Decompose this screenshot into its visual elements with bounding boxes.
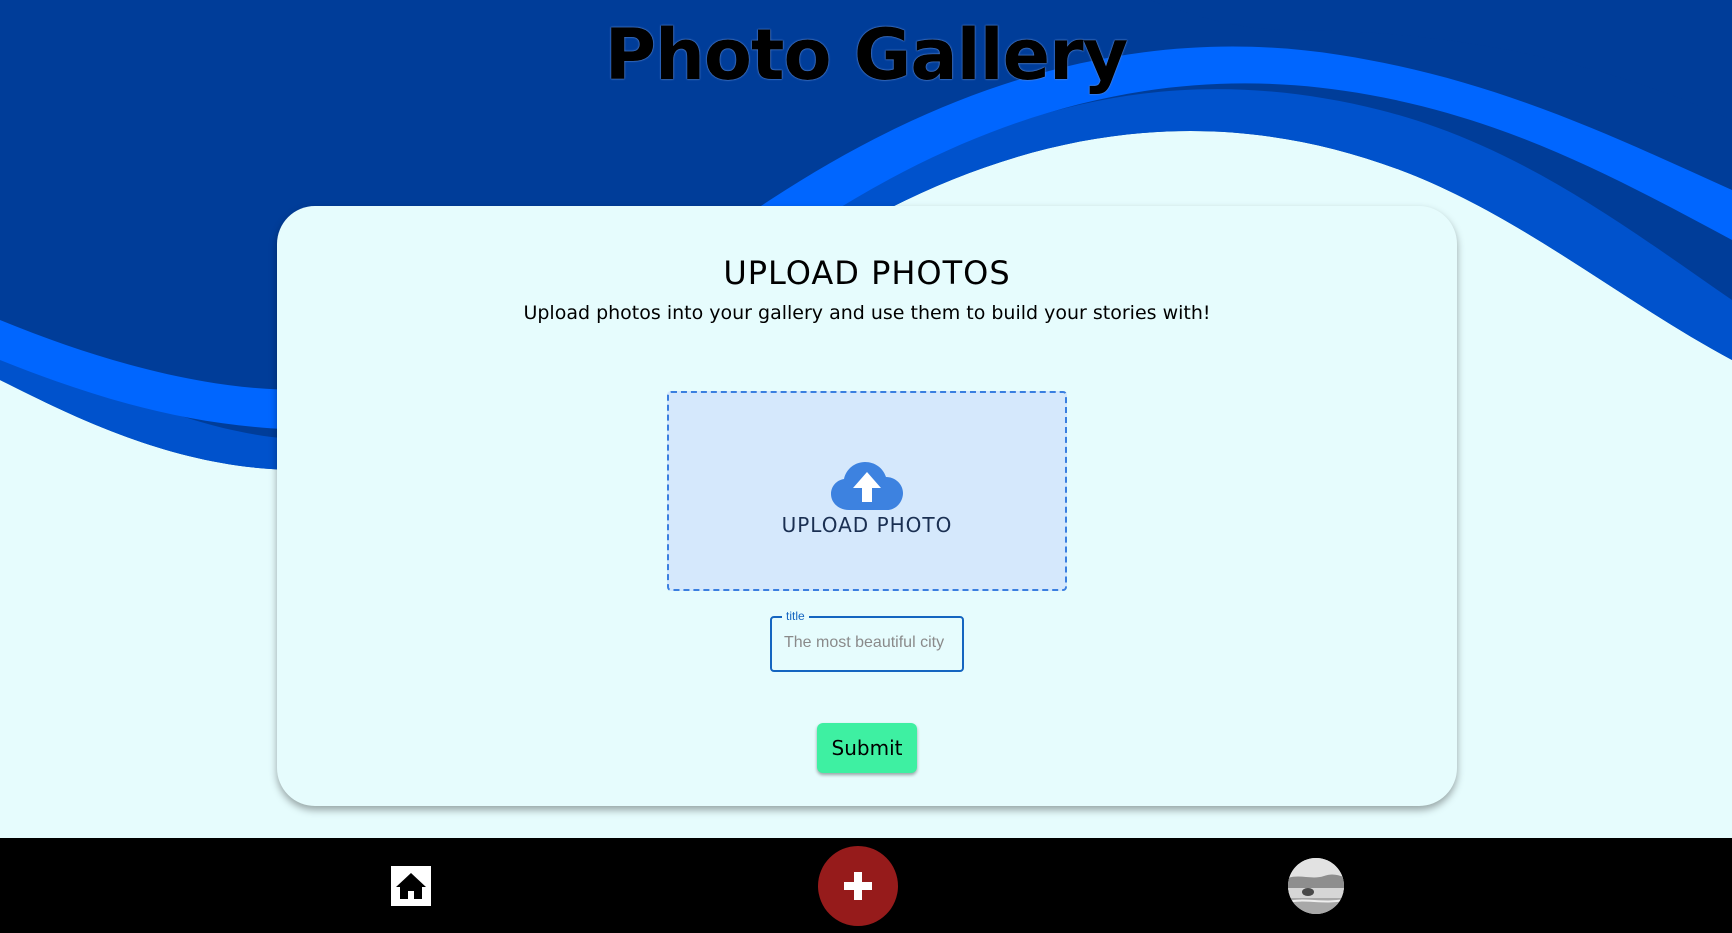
photo-dropzone[interactable]: UPLOAD PHOTO [667, 391, 1067, 591]
bottom-nav [0, 838, 1732, 933]
plus-icon [844, 872, 872, 900]
page: Photo Gallery UPLOAD PHOTOS Upload photo… [0, 0, 1732, 933]
upload-heading: UPLOAD PHOTOS [723, 254, 1011, 292]
nav-home-button[interactable] [391, 866, 431, 906]
submit-button[interactable]: Submit [817, 723, 917, 773]
upload-photo-label: UPLOAD PHOTO [781, 513, 953, 537]
upload-card: UPLOAD PHOTOS Upload photos into your ga… [277, 206, 1457, 806]
nav-add-button[interactable] [818, 846, 898, 926]
upload-subtitle: Upload photos into your gallery and use … [523, 302, 1211, 324]
profile-photo [1288, 858, 1344, 914]
home-icon [396, 873, 426, 899]
cloud-upload-icon [831, 462, 903, 510]
page-title: Photo Gallery [604, 14, 1128, 96]
title-field-label: title [782, 609, 809, 623]
title-field: title [770, 609, 964, 672]
avatar[interactable] [1288, 858, 1344, 914]
title-input[interactable] [784, 631, 954, 655]
